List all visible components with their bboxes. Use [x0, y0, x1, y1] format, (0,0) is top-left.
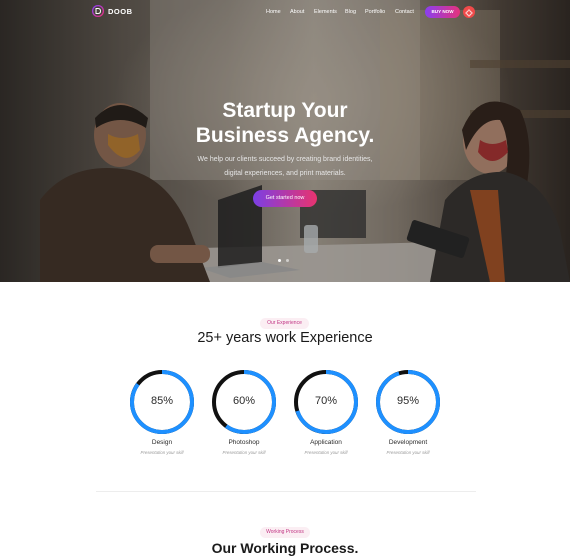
skill-name: Application	[310, 439, 342, 446]
nav-item-blog[interactable]: Blog	[345, 9, 356, 15]
skill-description: Presentation your skill	[222, 450, 266, 455]
hero-subtitle-line1: We help our clients succeed by creating …	[197, 156, 373, 163]
hero-title-line2: Business Agency.	[195, 124, 375, 147]
buy-now-button[interactable]: BUY NOW	[425, 6, 460, 18]
nav-item-portfolio[interactable]: Portfolio	[365, 9, 385, 15]
nav-item-about[interactable]: About	[290, 9, 304, 15]
experience-tag: Our Experience	[260, 318, 309, 329]
experience-title: 25+ years work Experience	[197, 330, 373, 346]
skill-name: Design	[151, 439, 173, 446]
skill-description: Presentation your skill	[140, 450, 184, 455]
skill-name: Photoshop	[228, 439, 260, 446]
skill-percent: 85%	[150, 395, 174, 407]
slider-dot-2[interactable]	[286, 259, 289, 262]
nav-item-elements[interactable]: Elements	[314, 9, 337, 15]
section-divider	[96, 491, 476, 492]
process-title: Our Working Process.	[211, 540, 359, 556]
hero-title-line1: Startup Your	[222, 99, 348, 122]
main-nav: Home About Elements Blog Portfolio Conta…	[0, 9, 570, 19]
hero-section: DOOB Home About Elements Blog Portfolio …	[0, 0, 570, 282]
nav-item-contact[interactable]: Contact	[395, 9, 414, 15]
get-started-button[interactable]: Get started now	[253, 190, 317, 207]
nav-item-home[interactable]: Home	[266, 9, 281, 15]
hero-subtitle: We help our clients succeed by creating …	[0, 153, 570, 180]
skill-percent: 60%	[232, 395, 256, 407]
theme-toggle-button[interactable]	[463, 6, 475, 18]
navbar: DOOB Home About Elements Blog Portfolio …	[0, 0, 570, 26]
hero-title: Startup Your Business Agency.	[0, 98, 570, 148]
skill-percent: 70%	[314, 395, 338, 407]
skill-description: Presentation your skill	[386, 450, 430, 455]
sun-moon-icon	[465, 9, 473, 17]
skill-description: Presentation your skill	[304, 450, 348, 455]
hero-subtitle-line2: digital experiences, and print materials…	[224, 169, 346, 177]
skill-name: Development	[388, 439, 428, 446]
skill-percent: 95%	[396, 395, 420, 407]
slider-dot-1[interactable]	[278, 259, 281, 262]
process-tag: Working Process	[260, 527, 310, 538]
